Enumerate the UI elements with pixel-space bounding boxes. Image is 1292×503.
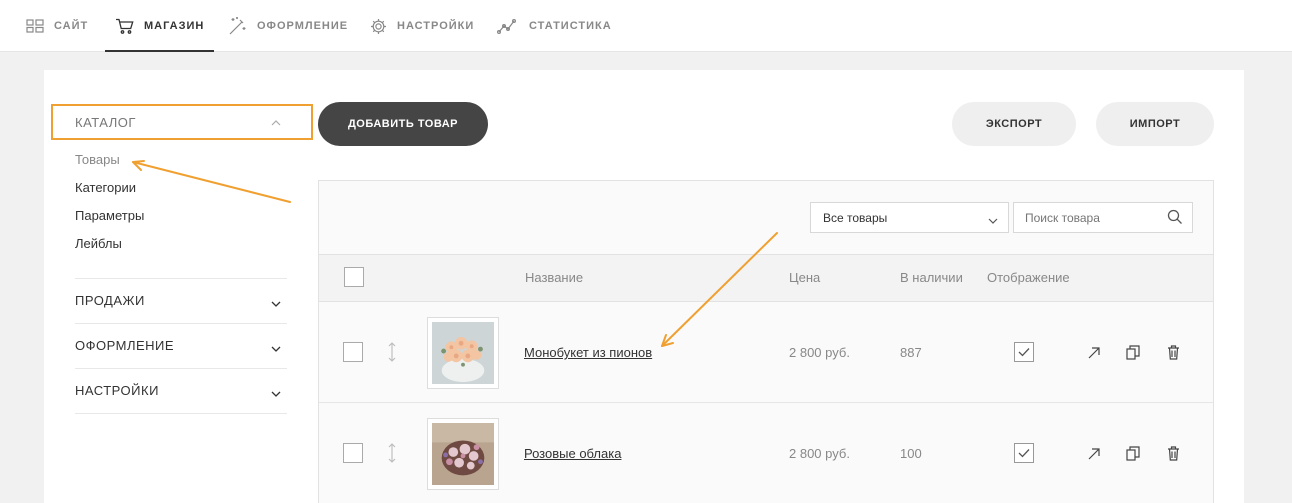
checkmark-icon [1018,348,1030,357]
delete-icon[interactable] [1167,446,1180,466]
display-checkbox[interactable] [1014,443,1034,463]
sidebar-divider [75,413,287,414]
chevron-down-icon [988,213,998,227]
product-name-link[interactable]: Монобукет из пионов [524,345,652,360]
checkmark-icon [1018,449,1030,458]
magic-wand-icon [227,16,247,36]
nav-label-shop: МАГАЗИН [144,20,205,32]
product-stock: 887 [900,345,922,360]
column-header-display[interactable]: Отображение [987,270,1070,285]
sidebar-section-settings[interactable]: НАСТРОЙКИ [75,383,287,398]
peony-bouquet-image [432,322,494,384]
table-header [319,254,1213,302]
product-name-link[interactable]: Розовые облака [524,446,621,461]
open-link-icon[interactable] [1087,346,1101,365]
nav-item-shop[interactable]: МАГАЗИН [105,0,215,52]
product-stock: 100 [900,446,922,461]
row-checkbox[interactable] [343,443,363,463]
sidebar-divider [75,368,287,369]
cart-icon [115,18,134,34]
gear-icon [370,18,387,35]
nav-item-statistics[interactable]: СТАТИСТИКА [497,0,612,52]
import-button[interactable]: ИМПОРТ [1096,102,1214,146]
row-checkbox[interactable] [343,342,363,362]
nav-label-design: ОФОРМЛЕНИЕ [257,20,349,32]
nav-label-site: САЙТ [54,20,89,32]
product-price: 2 800 руб. [789,345,850,360]
sidebar-item-products[interactable]: Товары [75,152,120,167]
chevron-down-icon [271,385,281,400]
sidebar-section-sales[interactable]: ПРОДАЖИ [75,293,287,308]
sidebar-item-labels[interactable]: Лейблы [75,236,122,251]
product-thumbnail[interactable] [427,418,499,490]
sidebar-item-parameters[interactable]: Параметры [75,208,144,223]
chevron-down-icon [271,295,281,310]
search-icon[interactable] [1167,209,1183,230]
grid-icon [26,19,44,33]
sidebar-divider [75,323,287,324]
copy-icon[interactable] [1126,446,1140,466]
catalog-section-header[interactable]: КАТАЛОГ [51,104,313,140]
sidebar-section-label: ОФОРМЛЕНИЕ [75,338,175,353]
sidebar-section-label: НАСТРОЙКИ [75,383,159,398]
product-filter-value: Все товары [823,210,888,225]
copy-icon[interactable] [1126,345,1140,365]
add-product-button[interactable]: ДОБАВИТЬ ТОВАР [318,102,488,146]
drag-handle-icon[interactable] [387,342,397,367]
nav-label-statistics: СТАТИСТИКА [529,20,612,32]
nav-label-settings: НАСТРОЙКИ [397,20,475,32]
sidebar-divider [75,278,287,279]
display-checkbox[interactable] [1014,342,1034,362]
nav-item-design[interactable]: ОФОРМЛЕНИЕ [227,0,348,52]
column-header-stock[interactable]: В наличии [900,270,963,285]
pink-bouquet-image [432,423,494,485]
open-link-icon[interactable] [1087,447,1101,466]
column-header-name[interactable]: Название [525,270,583,285]
chart-line-icon [497,18,519,34]
nav-item-site[interactable]: САЙТ [26,0,88,52]
nav-item-settings[interactable]: НАСТРОЙКИ [370,0,474,52]
product-price: 2 800 руб. [789,446,850,461]
sidebar-section-design[interactable]: ОФОРМЛЕНИЕ [75,338,287,353]
product-search-input[interactable] [1013,202,1193,233]
select-all-checkbox[interactable] [344,267,364,287]
export-button[interactable]: ЭКСПОРТ [952,102,1076,146]
column-header-price[interactable]: Цена [789,270,820,285]
active-tab-underline [105,50,215,52]
catalog-label: КАТАЛОГ [75,114,136,130]
product-thumbnail[interactable] [427,317,499,389]
chevron-up-icon [271,114,281,129]
drag-handle-icon[interactable] [387,443,397,468]
sidebar-section-label: ПРОДАЖИ [75,293,145,308]
sidebar-item-categories[interactable]: Категории [75,180,136,195]
chevron-down-icon [271,340,281,355]
product-filter-select[interactable]: Все товары [810,202,1009,233]
top-navigation: САЙТ МАГАЗИН ОФОРМЛЕНИЕ НАСТРОЙКИ СТАТИС… [0,0,1292,52]
delete-icon[interactable] [1167,345,1180,365]
